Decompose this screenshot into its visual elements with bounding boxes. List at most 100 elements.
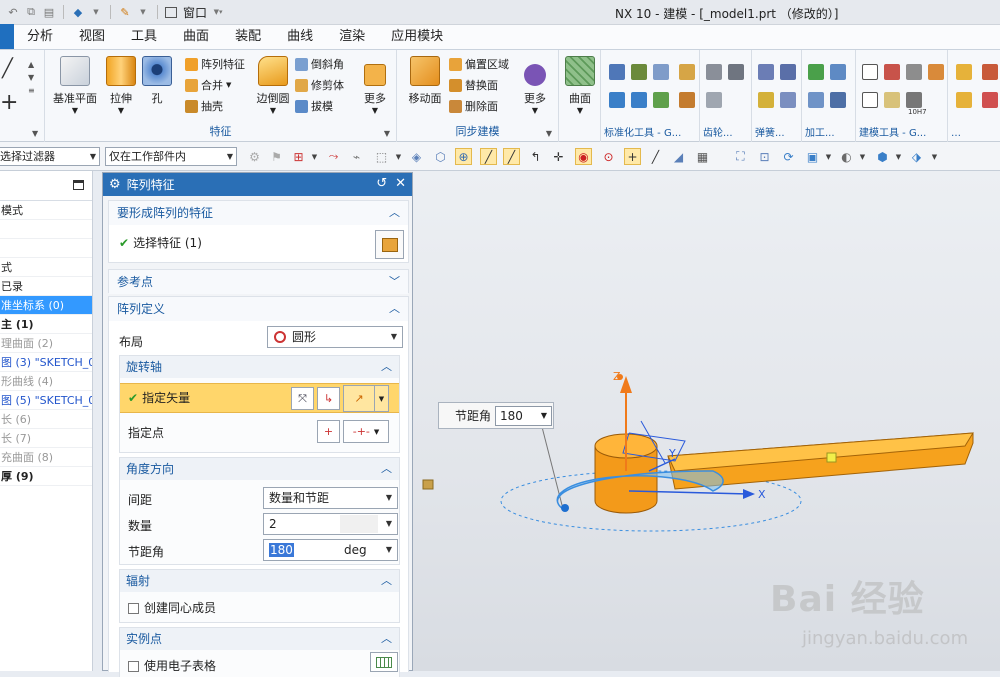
gear-label[interactable]: 齿轮...	[703, 124, 751, 139]
body-select-icon[interactable]: ⬡	[432, 148, 449, 165]
dropdown-arrow-icon[interactable]: ▼	[306, 148, 323, 165]
curve-rule-icon[interactable]: ⤳	[325, 148, 342, 165]
existing-point-icon[interactable]: +	[624, 148, 641, 165]
spring-tool-icon-4[interactable]	[780, 92, 796, 108]
intersection-icon[interactable]: ✛	[550, 148, 567, 165]
extrude-button[interactable]: 拉伸 ▼	[97, 54, 145, 115]
section-header[interactable]: 要形成阵列的特征 ︿	[109, 201, 408, 225]
endpoint-icon[interactable]: ╱	[480, 148, 497, 165]
menu-curve[interactable]: 曲线	[274, 24, 326, 49]
navigator-item[interactable]: 主 (1)	[0, 315, 92, 334]
file-tab[interactable]	[0, 24, 14, 49]
extra-icon-3[interactable]	[956, 92, 972, 108]
machining-icon-4[interactable]	[830, 92, 846, 108]
work-layer-icon[interactable]: ⬢	[874, 148, 891, 165]
extra-group-label[interactable]: …	[951, 128, 1000, 139]
tool-icon-4[interactable]	[679, 64, 695, 80]
use-spreadsheet-checkbox[interactable]: 使用电子表格	[128, 657, 216, 674]
select-feature-row[interactable]: ✔ 选择特征 (1)	[119, 234, 202, 251]
zoom-icon[interactable]: ⊡	[756, 148, 773, 165]
selection-filter-dropdown[interactable]: 选择过滤器 ▼	[0, 147, 100, 166]
point-dialog-button[interactable]: +	[317, 420, 340, 443]
point-icon[interactable]: +	[0, 90, 18, 115]
feature-select-icon[interactable]: ⚑	[268, 148, 285, 165]
reset-icon[interactable]: ↺	[376, 176, 387, 191]
tool-icon-3[interactable]	[653, 64, 669, 80]
reverse-direction-button[interactable]: ⤧	[291, 387, 314, 410]
draft-button[interactable]: 拔模	[295, 98, 333, 114]
paste-icon[interactable]: ▤	[42, 5, 56, 19]
machining-icon-1[interactable]	[808, 64, 824, 80]
spring-tool-icon-2[interactable]	[780, 64, 796, 80]
navigator-item[interactable]: 式	[0, 258, 92, 277]
replace-face-button[interactable]: 替换面	[449, 77, 498, 93]
subsection-header[interactable]: 旋转轴 ︿	[120, 356, 399, 378]
render-style-icon[interactable]: ◆	[71, 5, 85, 19]
gear-tool-icon-1[interactable]	[706, 64, 722, 80]
build-tools-label[interactable]: 建模工具 - G...	[859, 124, 947, 139]
dropdown-arrow-icon[interactable]: ▼	[89, 5, 103, 19]
menu-assembly[interactable]: 装配	[222, 24, 274, 49]
unite-button[interactable]: 合并 ▼	[185, 77, 231, 93]
pattern-feature-button[interactable]: 阵列特征	[185, 56, 245, 72]
section-header[interactable]: 参考点 ﹀	[109, 270, 408, 294]
chamfer-button[interactable]: 倒斜角	[295, 56, 344, 72]
feature-more-button[interactable]: 更多 ▼	[357, 54, 393, 115]
build-icon-3[interactable]	[906, 64, 922, 80]
menu-analysis[interactable]: 分析	[14, 24, 66, 49]
snap-curve-icon[interactable]: ⌁	[348, 148, 365, 165]
navigator-item[interactable]	[0, 239, 92, 258]
menu-render[interactable]: 渲染	[326, 24, 378, 49]
sync-more-button[interactable]: 更多 ▼	[515, 54, 555, 115]
subsection-header[interactable]: 实例点 ︿	[120, 628, 399, 650]
window-dropdown-icon[interactable]: ▼▾	[211, 5, 225, 19]
trim-body-button[interactable]: 修剪体	[295, 77, 344, 93]
machining-icon-2[interactable]	[830, 64, 846, 80]
navigator-item[interactable]: 模式	[0, 201, 92, 220]
fit-view-icon[interactable]: ⛶	[732, 148, 749, 165]
group-dropdown-icon[interactable]: ▼	[32, 129, 38, 138]
dropdown-arrow-icon[interactable]: ▼	[926, 148, 943, 165]
navigator-item[interactable]: 已录	[0, 277, 92, 296]
navigator-item[interactable]: 长 (6)	[0, 410, 92, 429]
pitch-angle-input[interactable]: 180 deg ▼	[263, 539, 398, 561]
surface-button[interactable]: 曲面 ▼	[559, 54, 601, 115]
edge-blend-button[interactable]: 边倒圆 ▼	[249, 54, 297, 115]
spreadsheet-button[interactable]	[370, 652, 398, 672]
undo-icon[interactable]: ↶	[6, 5, 20, 19]
navigator-item[interactable]: 充曲面 (8)	[0, 448, 92, 467]
tool-icon-8[interactable]	[679, 92, 695, 108]
box-select-icon[interactable]: ⬚	[373, 148, 390, 165]
quadrant-icon[interactable]: ⊙	[600, 148, 617, 165]
shell-button[interactable]: 抽壳	[185, 98, 223, 114]
face-select-icon[interactable]: ◈	[408, 148, 425, 165]
count-input[interactable]: 2 ▼	[263, 513, 398, 535]
hole-button[interactable]: 孔	[139, 54, 175, 106]
navigator-item[interactable]: 图 (3) "SKETCH_0...	[0, 353, 92, 372]
menu-applications[interactable]: 应用模块	[378, 24, 456, 49]
move-face-button[interactable]: 移动面	[401, 54, 449, 106]
selection-scope-dropdown[interactable]: 仅在工作部件内 ▼	[105, 147, 237, 166]
dropdown-arrow-icon[interactable]: ▼	[390, 148, 407, 165]
spring-tool-icon-1[interactable]	[758, 64, 774, 80]
rotate-icon[interactable]: ⟳	[780, 148, 797, 165]
group-dropdown-icon[interactable]: ▼	[546, 129, 552, 138]
datum-plane-button[interactable]: 基准平面 ▼	[51, 54, 99, 115]
tool-icon-5[interactable]	[609, 92, 625, 108]
spring-tool-icon-3[interactable]	[758, 92, 774, 108]
maximize-icon[interactable]	[73, 180, 84, 190]
menu-surface[interactable]: 曲面	[170, 24, 222, 49]
command-finder-icon[interactable]: ✎	[118, 5, 132, 19]
navigator-item[interactable]: 准坐标系 (0)	[0, 296, 92, 315]
snap-point-icon[interactable]: ⊕	[455, 148, 472, 165]
triangle-icon[interactable]	[862, 64, 878, 80]
midpoint-icon[interactable]: ╱	[503, 148, 520, 165]
navigator-item[interactable]: 形曲线 (4)	[0, 372, 92, 391]
offset-region-button[interactable]: 偏置区域	[449, 56, 509, 72]
section-header[interactable]: 阵列定义 ︿	[109, 297, 408, 321]
delete-face-button[interactable]: 删除面	[449, 98, 498, 114]
gear-tool-icon-2[interactable]	[728, 64, 744, 80]
tool-icon-6[interactable]	[631, 92, 647, 108]
tool-icon-2[interactable]	[631, 64, 647, 80]
std-tools-label[interactable]: 标准化工具 - G...	[604, 124, 699, 139]
